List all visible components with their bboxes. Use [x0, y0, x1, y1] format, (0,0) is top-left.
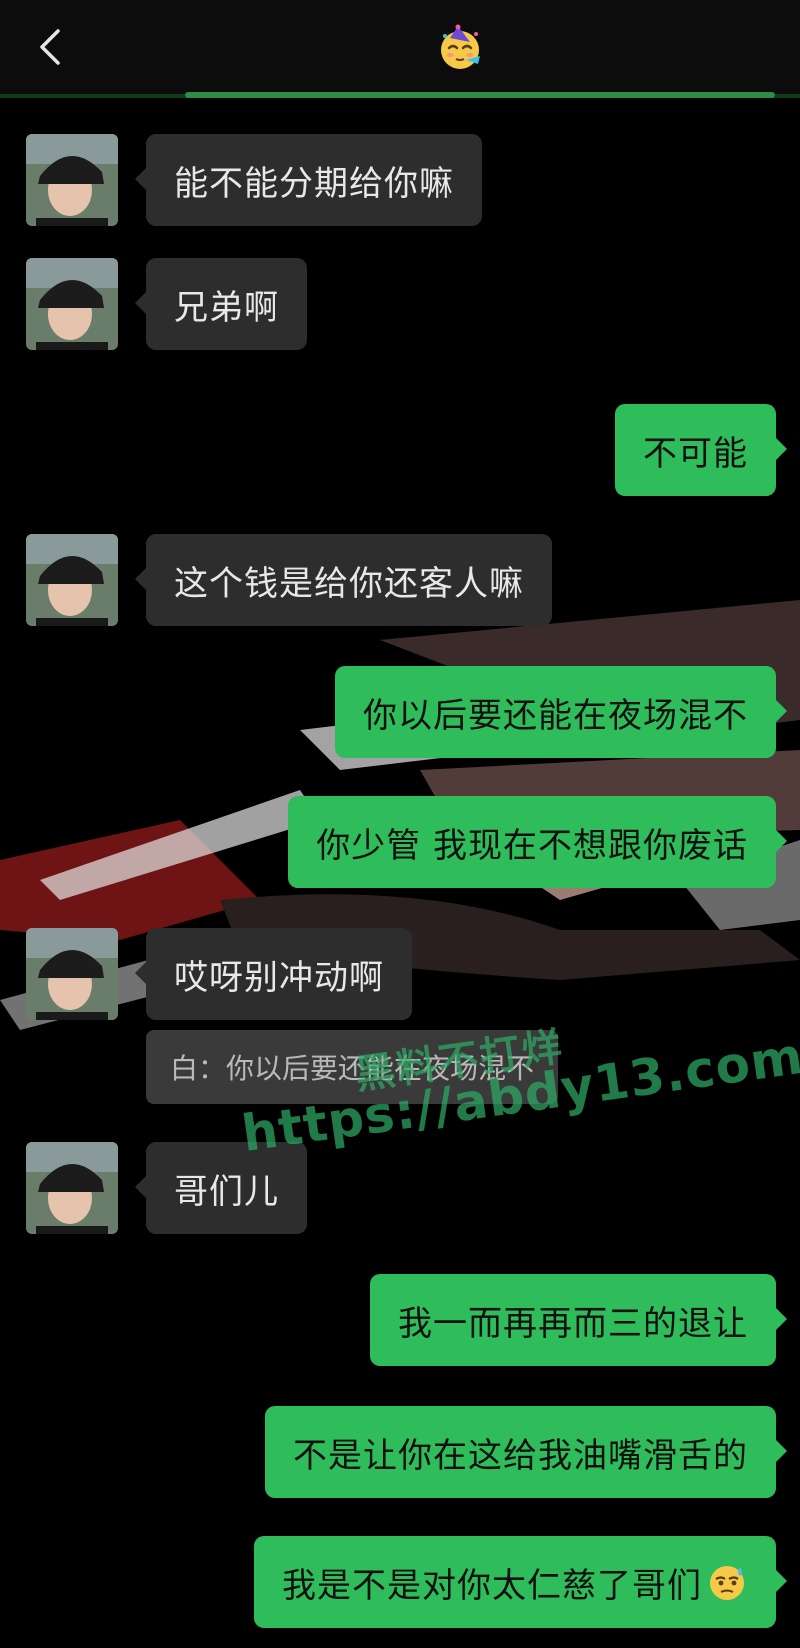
quoted-reply[interactable]: 白：你以后要还能在夜场混不 [146, 1030, 559, 1104]
avatar-image [26, 1142, 118, 1234]
chevron-left-icon [40, 29, 60, 65]
avatar[interactable] [26, 258, 118, 350]
outgoing-message-bubble[interactable]: 不是让你在这给我油嘴滑舌的 [265, 1406, 787, 1498]
header-divider [185, 92, 775, 98]
outgoing-message-bubble[interactable]: 你以后要还能在夜场混不 [335, 666, 787, 758]
sweat-face-emoji [710, 1566, 744, 1600]
avatar-image [26, 534, 118, 626]
avatar-image [26, 928, 118, 1020]
incoming-message-bubble[interactable]: 能不能分期给你嘛 [135, 134, 482, 226]
outgoing-message-bubble[interactable]: 我是不是对你太仁慈了哥们 [254, 1536, 787, 1628]
incoming-message-bubble[interactable]: 这个钱是给你还客人嘛 [135, 534, 552, 626]
outgoing-message-bubble[interactable]: 你少管 我现在不想跟你废话 [288, 796, 787, 888]
incoming-message-bubble[interactable]: 哥们儿 [135, 1142, 307, 1234]
incoming-message-bubble[interactable]: 兄弟啊 [135, 258, 307, 350]
avatar[interactable] [26, 534, 118, 626]
back-button[interactable] [30, 22, 70, 72]
party-face-emoji [441, 24, 480, 69]
message-text: 我是不是对你太仁慈了哥们 [282, 1565, 702, 1606]
chat-header [0, 0, 800, 98]
outgoing-message-bubble[interactable]: 我一而再再而三的退让 [370, 1274, 787, 1366]
avatar-image [26, 258, 118, 350]
incoming-message-bubble[interactable]: 哎呀别冲动啊 [135, 928, 412, 1020]
avatar[interactable] [26, 134, 118, 226]
outgoing-message-bubble[interactable]: 不可能 [615, 404, 787, 496]
avatar[interactable] [26, 1142, 118, 1234]
avatar-image [26, 134, 118, 226]
avatar[interactable] [26, 928, 118, 1020]
